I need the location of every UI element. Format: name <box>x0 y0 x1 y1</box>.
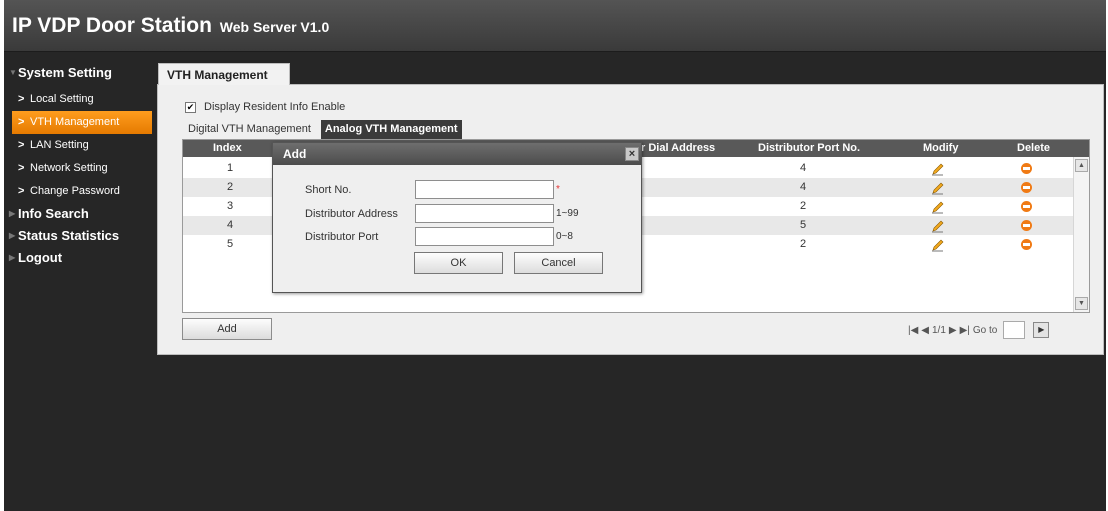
sidebar-section-info-search[interactable]: ▶ Info Search <box>4 203 154 225</box>
cell-index: 5 <box>227 238 234 250</box>
sidebar-item-label: Local Setting <box>30 93 94 105</box>
sidebar-item-local-setting[interactable]: > Local Setting <box>4 88 154 111</box>
page-info: 1/1 <box>932 324 946 336</box>
sidebar-section-status-statistics[interactable]: ▶ Status Statistics <box>4 225 154 247</box>
goto-page-input[interactable] <box>1003 321 1026 339</box>
pencil-icon[interactable] <box>931 219 945 233</box>
required-marker: * <box>556 184 560 195</box>
first-page-icon[interactable]: |◀ <box>908 325 918 336</box>
cell-port: 5 <box>800 219 807 231</box>
distributor-port-range: 0~8 <box>556 231 573 242</box>
scroll-up-icon[interactable]: ▲ <box>1075 159 1088 172</box>
sidebar-section-label: Status Statistics <box>18 228 120 243</box>
header-bar: IP VDP Door Station Web Server V1.0 <box>4 0 1106 52</box>
scroll-down-icon[interactable]: ▼ <box>1075 297 1088 310</box>
cell-port: 2 <box>800 200 807 212</box>
pencil-icon[interactable] <box>931 238 945 252</box>
short-no-label: Short No. <box>305 184 352 196</box>
goto-label: Go to <box>972 324 998 336</box>
display-resident-row: ✔ Display Resident Info Enable <box>185 101 345 113</box>
pencil-icon[interactable] <box>931 200 945 214</box>
chevron-right-icon: > <box>18 162 25 174</box>
sidebar-item-vth-management[interactable]: > VTH Management <box>12 111 152 134</box>
delete-icon[interactable] <box>1021 220 1032 231</box>
sidebar: ▼ System Setting > Local Setting > VTH M… <box>4 62 154 269</box>
cell-port: 2 <box>800 238 807 250</box>
sidebar-item-label: VTH Management <box>30 116 120 128</box>
distributor-port-input[interactable] <box>415 227 554 246</box>
header-modify: Modify <box>923 142 959 154</box>
delete-icon[interactable] <box>1021 201 1032 212</box>
add-dialog: Add × Short No. * Distributor Address 1~… <box>272 142 642 293</box>
app-subtitle: Web Server V1.0 <box>219 19 330 35</box>
sidebar-item-lan-setting[interactable]: > LAN Setting <box>4 134 154 157</box>
distributor-port-label: Distributor Port <box>305 231 379 243</box>
pager: |◀ ◀ 1/1 ▶ ▶| Go to ▶ <box>908 320 1088 340</box>
collapsed-triangle-icon: ▶ <box>9 209 16 218</box>
last-page-icon[interactable]: ▶| <box>960 325 970 336</box>
header-index: Index <box>213 142 242 154</box>
cell-index: 3 <box>227 200 234 212</box>
close-icon[interactable]: × <box>625 147 639 161</box>
app-window: IP VDP Door Station Web Server V1.0 ▼ Sy… <box>4 0 1106 511</box>
sidebar-item-change-password[interactable]: > Change Password <box>4 180 154 203</box>
distributor-address-label: Distributor Address <box>305 208 398 220</box>
collapsed-triangle-icon: ▶ <box>9 253 16 262</box>
chevron-right-icon: > <box>18 116 25 128</box>
app-title: IP VDP Door Station Web Server V1.0 <box>12 14 329 38</box>
prev-page-icon[interactable]: ◀ <box>921 325 929 336</box>
cell-index: 2 <box>227 181 234 193</box>
expanded-triangle-icon: ▼ <box>9 68 17 77</box>
subtab-bar: Digital VTH Management Analog VTH Manage… <box>182 120 462 139</box>
cell-port: 4 <box>800 162 807 174</box>
distributor-address-row: Distributor Address 1~99 <box>273 204 641 225</box>
tab-digital-vth-management[interactable]: Digital VTH Management <box>182 120 317 139</box>
app-title-text: IP VDP Door Station <box>12 14 212 37</box>
next-page-icon[interactable]: ▶ <box>949 325 957 336</box>
cell-index: 1 <box>227 162 234 174</box>
distributor-address-range: 1~99 <box>556 208 579 219</box>
cell-port: 4 <box>800 181 807 193</box>
vertical-scrollbar[interactable]: ▲ ▼ <box>1073 157 1089 312</box>
display-resident-label: Display Resident Info Enable <box>204 101 346 113</box>
tab-vth-management[interactable]: VTH Management <box>158 63 290 85</box>
sidebar-section-label: Info Search <box>18 206 89 221</box>
goto-arrow-icon[interactable]: ▶ <box>1033 322 1050 338</box>
display-resident-checkbox[interactable]: ✔ <box>185 101 196 113</box>
sidebar-item-network-setting[interactable]: > Network Setting <box>4 157 154 180</box>
delete-icon[interactable] <box>1021 182 1032 193</box>
chevron-right-icon: > <box>18 139 25 151</box>
sidebar-section-label: System Setting <box>18 65 112 80</box>
pencil-icon[interactable] <box>931 162 945 176</box>
add-button[interactable]: Add <box>182 318 272 340</box>
ok-button[interactable]: OK <box>414 252 503 274</box>
sidebar-item-label: Network Setting <box>30 162 108 174</box>
cancel-button[interactable]: Cancel <box>514 252 603 274</box>
short-no-input[interactable] <box>415 180 554 199</box>
delete-icon[interactable] <box>1021 239 1032 250</box>
sidebar-section-system-setting[interactable]: ▼ System Setting <box>4 62 154 84</box>
sidebar-item-label: LAN Setting <box>30 139 89 151</box>
pencil-icon[interactable] <box>931 181 945 195</box>
collapsed-triangle-icon: ▶ <box>9 231 16 240</box>
dialog-title-bar: Add × <box>273 143 641 165</box>
chevron-right-icon: > <box>18 93 25 105</box>
header-delete: Delete <box>1017 142 1051 154</box>
sidebar-item-label: Change Password <box>30 185 120 197</box>
dialog-title: Add <box>283 147 307 161</box>
sidebar-section-label: Logout <box>18 250 63 265</box>
delete-icon[interactable] <box>1021 163 1032 174</box>
distributor-port-row: Distributor Port 0~8 <box>273 227 641 248</box>
sidebar-section-logout[interactable]: ▶ Logout <box>4 247 154 269</box>
short-no-row: Short No. * <box>273 180 641 201</box>
chevron-right-icon: > <box>18 185 25 197</box>
header-dial-address: r Dial Address <box>641 142 716 154</box>
distributor-address-input[interactable] <box>415 204 554 223</box>
header-distributor-port: Distributor Port No. <box>758 142 861 154</box>
cell-index: 4 <box>227 219 234 231</box>
tab-analog-vth-management[interactable]: Analog VTH Management <box>320 120 462 139</box>
